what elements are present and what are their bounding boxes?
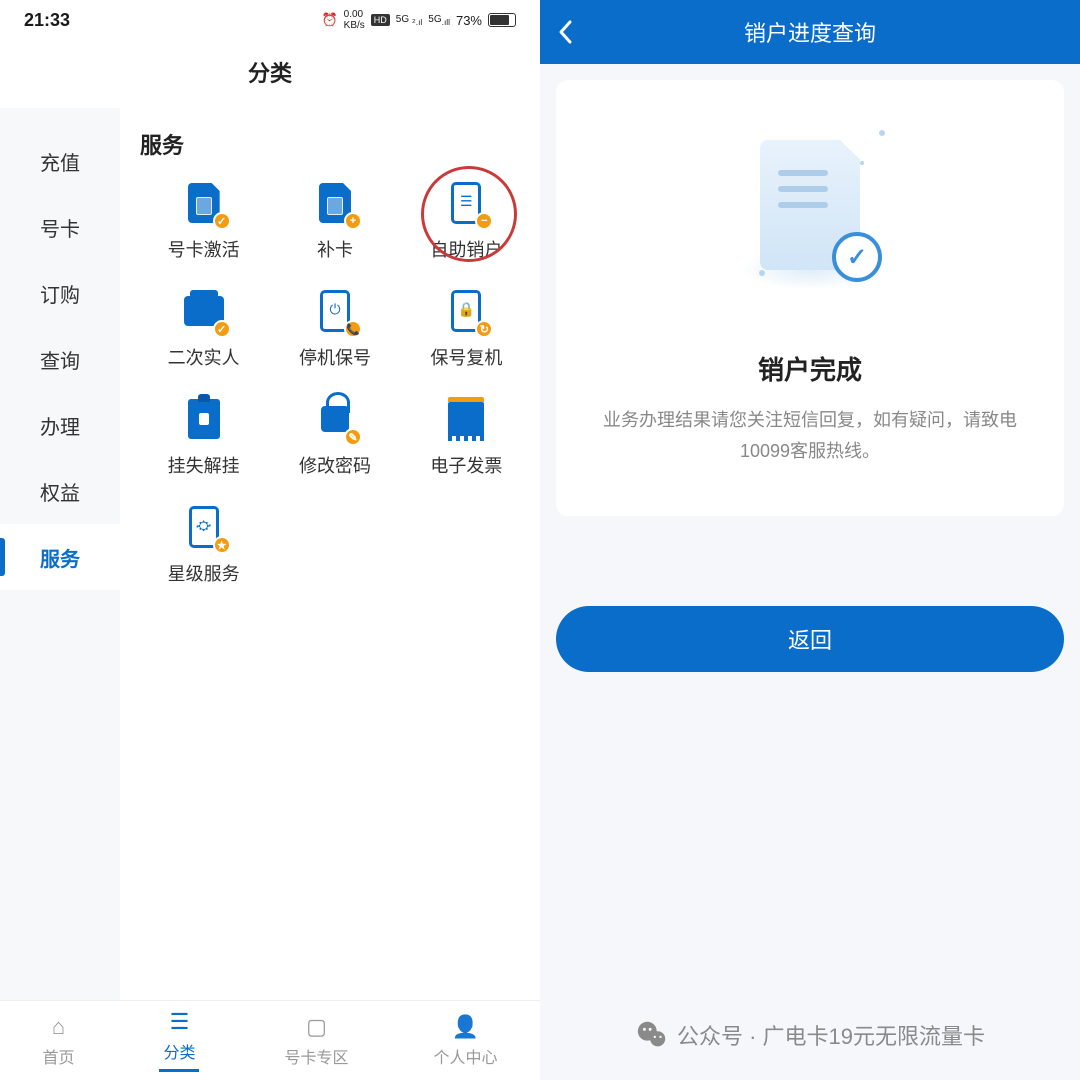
signal-2: 5G.ıll [428, 14, 450, 27]
page-title: 分类 [0, 40, 540, 108]
profile-icon: 👤 [452, 1014, 478, 1040]
service-self-cancel[interactable]: ☰− 自助销户 [403, 180, 530, 262]
net-speed: 0.00KB/s [344, 9, 365, 31]
sidebar-benefit[interactable]: 权益 [0, 458, 120, 524]
watermark: 公众号 · 广电卡19元无限流量卡 [540, 1018, 1080, 1052]
battery-icon [488, 13, 516, 27]
category-sidebar: 充值 号卡 订购 查询 办理 权益 服务 [0, 108, 120, 1000]
alarm-icon: ⏰ [321, 12, 337, 28]
result-page-title: 销户进度查询 [744, 16, 876, 48]
nav-sim-zone[interactable]: ▢ 号卡专区 [284, 1014, 348, 1068]
star-service-icon: ⛮★ [181, 504, 227, 550]
return-button[interactable]: 返回 [556, 606, 1064, 672]
content-area: 充值 号卡 订购 查询 办理 权益 服务 服务 ✓ 号卡激活 + 补卡 ☰− [0, 108, 540, 1000]
battery-percent: 73% [456, 13, 482, 28]
sim-add-icon: + [312, 180, 358, 226]
phone-screen-category: 21:33 ⏰ 0.00KB/s HD 5G ₂.ıl 5G.ıll 73% 分… [0, 0, 540, 1080]
nav-category[interactable]: ☰ 分类 [159, 1009, 199, 1072]
service-password[interactable]: ✎ 修改密码 [271, 396, 398, 478]
sidebar-sim[interactable]: 号卡 [0, 194, 120, 260]
sim-zone-icon: ▢ [303, 1014, 329, 1040]
service-grid-area: 服务 ✓ 号卡激活 + 补卡 ☰− 自助销户 ✓ 二次实人 [120, 108, 540, 1000]
status-bar: 21:33 ⏰ 0.00KB/s HD 5G ₂.ıl 5G.ıll 73% [0, 0, 540, 40]
bottom-nav: ⌂ 首页 ☰ 分类 ▢ 号卡专区 👤 个人中心 [0, 1000, 540, 1080]
id-card-icon: ✓ [181, 288, 227, 334]
watermark-text: 公众号 · 广电卡19元无限流量卡 [677, 1019, 985, 1051]
sidebar-handle[interactable]: 办理 [0, 392, 120, 458]
service-receipt[interactable]: 电子发票 [403, 396, 530, 478]
sidebar-recharge[interactable]: 充值 [0, 128, 120, 194]
category-icon: ☰ [166, 1009, 192, 1035]
service-sim-add[interactable]: + 补卡 [271, 180, 398, 262]
back-button[interactable] [540, 0, 590, 64]
home-icon: ⌂ [45, 1014, 71, 1040]
section-title: 服务 [140, 128, 530, 160]
status-time: 21:33 [24, 10, 70, 31]
hd-badge: HD [371, 14, 390, 26]
signal-1: 5G ₂.ıl [396, 14, 423, 27]
service-star[interactable]: ⛮★ 星级服务 [140, 504, 267, 586]
wechat-icon [635, 1018, 669, 1052]
service-id-verify[interactable]: ✓ 二次实人 [140, 288, 267, 370]
result-description: 业务办理结果请您关注短信回复，如有疑问，请致电10099客服热线。 [586, 405, 1034, 466]
receipt-icon [443, 396, 489, 442]
resume-icon: 🔒↻ [443, 288, 489, 334]
service-resume[interactable]: 🔒↻ 保号复机 [403, 288, 530, 370]
self-cancel-icon: ☰− [443, 180, 489, 226]
status-indicators: ⏰ 0.00KB/s HD 5G ₂.ıl 5G.ıll 73% [321, 9, 516, 31]
active-underline [159, 1069, 199, 1072]
phone-screen-result: 销户进度查询 ✓ 销户完成 业务办理结果请您关注短信回复，如有疑问，请致电100… [540, 0, 1080, 1080]
chevron-left-icon [556, 18, 574, 46]
result-header: 销户进度查询 [540, 0, 1080, 64]
nav-profile[interactable]: 👤 个人中心 [433, 1014, 497, 1068]
service-sim-activate[interactable]: ✓ 号卡激活 [140, 180, 267, 262]
service-grid: ✓ 号卡激活 + 补卡 ☰− 自助销户 ✓ 二次实人 ⏻📞 停机保号 [140, 180, 530, 586]
sidebar-service[interactable]: 服务 [0, 524, 120, 590]
service-pause-keep[interactable]: ⏻📞 停机保号 [271, 288, 398, 370]
service-lost-lock[interactable]: 挂失解挂 [140, 396, 267, 478]
nav-home[interactable]: ⌂ 首页 [42, 1014, 74, 1068]
result-title: 销户完成 [586, 350, 1034, 387]
lost-lock-icon [181, 396, 227, 442]
sidebar-query[interactable]: 查询 [0, 326, 120, 392]
pause-keep-icon: ⏻📞 [312, 288, 358, 334]
password-icon: ✎ [312, 396, 358, 442]
success-illustration: ✓ [720, 120, 900, 320]
result-content: ✓ 销户完成 业务办理结果请您关注短信回复，如有疑问，请致电10099客服热线。… [540, 64, 1080, 1080]
check-icon: ✓ [832, 232, 882, 282]
result-card: ✓ 销户完成 业务办理结果请您关注短信回复，如有疑问，请致电10099客服热线。 [556, 80, 1064, 516]
sim-activate-icon: ✓ [181, 180, 227, 226]
sidebar-order[interactable]: 订购 [0, 260, 120, 326]
